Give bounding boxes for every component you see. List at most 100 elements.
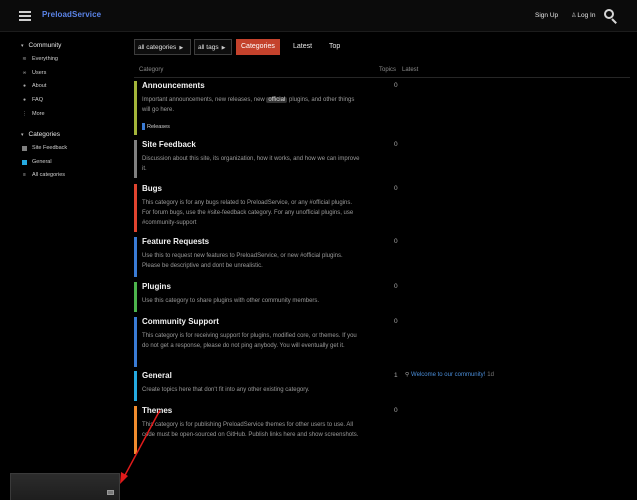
category-row-feature-requests: Feature Requests Use this to request new… [134, 237, 630, 277]
sidebar-item-label: About [32, 83, 47, 89]
question-icon: ● [22, 96, 27, 103]
category-color-bar [134, 184, 137, 232]
category-color-bar [134, 317, 137, 367]
official-tag[interactable]: official [266, 97, 288, 103]
topic-count: 1 [394, 372, 398, 379]
category-row-bugs: Bugs This category is for any bugs relat… [134, 184, 630, 232]
topic-count: 0 [394, 185, 398, 192]
site-header: PreloadService Sign Up ♙Log In [0, 0, 637, 32]
sidebar-section-label: Community [28, 42, 62, 49]
sidebar-item-label: Site Feedback [32, 145, 68, 151]
category-description: This category is for publishing PreloadS… [142, 422, 359, 438]
sidebar-section-community[interactable]: ▾ Community [21, 42, 61, 49]
category-row-announcements: Announcements Important announcements, n… [134, 81, 630, 135]
sidebar-item-label: FAQ [32, 97, 44, 103]
category-color-bar [134, 237, 137, 277]
sidebar-item-site-feedback[interactable]: Site Feedback [22, 145, 67, 151]
category-color-bar [134, 282, 137, 312]
topic-count: 0 [394, 318, 398, 325]
restore-icon[interactable] [107, 490, 114, 495]
category-name[interactable]: Announcements [142, 81, 205, 90]
sidebar-item-about[interactable]: ● About [22, 83, 46, 89]
site-logo[interactable]: PreloadService [42, 10, 101, 19]
login-button[interactable]: ♙Log In [571, 12, 595, 19]
tab-top[interactable]: Top [324, 39, 345, 55]
search-icon[interactable] [604, 9, 618, 24]
column-header-topics: Topics [379, 67, 397, 73]
category-name[interactable]: Feature Requests [142, 237, 209, 246]
layers-icon: ≋ [22, 55, 27, 62]
users-icon: ∞ [22, 69, 27, 76]
category-description: Discussion about this site, its organiza… [142, 156, 360, 172]
caret-right-icon: ▶ [179, 45, 184, 51]
category-description: Important announcements, new releases, n… [142, 95, 362, 115]
minimized-panel[interactable] [10, 473, 120, 500]
sidebar-item-users[interactable]: ∞ Users [22, 69, 47, 76]
person-icon: ♙ [571, 13, 577, 19]
category-description: Create topics here that don't fit into a… [142, 387, 310, 393]
sidebar-item-more[interactable]: ⋮ More [22, 111, 45, 117]
category-color-swatch [22, 145, 27, 151]
category-description: This category is for any bugs related to… [142, 200, 354, 226]
dropdown-label: all tags [198, 44, 219, 51]
category-name[interactable]: Community Support [142, 317, 219, 326]
category-color-bar [134, 371, 137, 401]
tab-latest[interactable]: Latest [288, 39, 317, 55]
sidebar: ▾ Community ≋ Everything ∞ Users ● About ● FA… [0, 32, 120, 500]
category-description: This category is for receiving support f… [142, 333, 357, 349]
topic-count: 0 [394, 283, 398, 290]
sidebar-item-faq[interactable]: ● FAQ [22, 97, 43, 103]
topic-count: 0 [394, 141, 398, 148]
category-description: Use this category to share plugins with … [142, 298, 320, 304]
hamburger-menu-icon[interactable] [19, 11, 31, 21]
category-color-bar [134, 81, 137, 135]
subcategory-releases[interactable]: Releases [142, 123, 170, 130]
topic-count: 0 [394, 82, 398, 89]
category-row-community-support: Community Support This category is for r… [134, 317, 630, 367]
sidebar-item-label: Everything [32, 56, 58, 62]
category-name[interactable]: General [142, 371, 172, 380]
category-name[interactable]: Bugs [142, 184, 162, 193]
sidebar-item-everything[interactable]: ≋ Everything [22, 56, 58, 62]
chevron-down-icon: ▾ [21, 132, 24, 138]
description-text: Important announcements, new releases, n… [142, 97, 267, 103]
subcategory-label: Releases [147, 123, 170, 130]
caret-right-icon: ▶ [221, 45, 226, 51]
info-icon: ● [22, 82, 27, 89]
category-row-general: General Create topics here that don't fi… [134, 371, 630, 401]
category-color-swatch [22, 159, 27, 165]
latest-topic-age: 1d [487, 372, 494, 378]
login-label: Log In [577, 12, 596, 19]
category-row-themes: Themes This category is for publishing P… [134, 406, 630, 454]
list-icon: ≡ [23, 171, 26, 178]
category-color-swatch [142, 123, 145, 130]
sidebar-section-label: Categories [28, 131, 60, 138]
sidebar-item-label: All categories [32, 172, 66, 178]
category-row-site-feedback: Site Feedback Discussion about this site… [134, 140, 630, 178]
category-name[interactable]: Plugins [142, 282, 171, 291]
latest-topic[interactable]: ⚲ Welcome to our community! 1d [405, 372, 494, 378]
sidebar-section-categories[interactable]: ▾ Categories [21, 131, 60, 138]
more-icon: ⋮ [22, 110, 27, 117]
arrow-head [120, 472, 128, 484]
category-name[interactable]: Site Feedback [142, 140, 196, 149]
all-categories-dropdown[interactable]: all categories ▶ [134, 39, 191, 55]
sidebar-item-general[interactable]: General [22, 159, 52, 165]
latest-topic-title: Welcome to our community! [411, 372, 486, 378]
tab-categories[interactable]: Categories [236, 39, 280, 55]
header-divider [134, 77, 630, 78]
signup-button[interactable]: Sign Up [535, 12, 558, 19]
sidebar-item-all-categories[interactable]: ≡ All categories [22, 172, 65, 178]
sidebar-item-label: Users [32, 70, 47, 76]
sidebar-item-label: More [32, 111, 45, 117]
category-color-bar [134, 406, 137, 454]
topic-count: 0 [394, 407, 398, 414]
all-tags-dropdown[interactable]: all tags ▶ [194, 39, 232, 55]
category-description: Use this to request new features to Prel… [142, 253, 343, 269]
category-name[interactable]: Themes [142, 406, 172, 415]
category-color-bar [134, 140, 137, 178]
dropdown-label: all categories [138, 44, 177, 51]
pin-icon: ⚲ [405, 372, 410, 378]
category-row-plugins: Plugins Use this category to share plugi… [134, 282, 630, 312]
chevron-down-icon: ▾ [21, 43, 24, 49]
